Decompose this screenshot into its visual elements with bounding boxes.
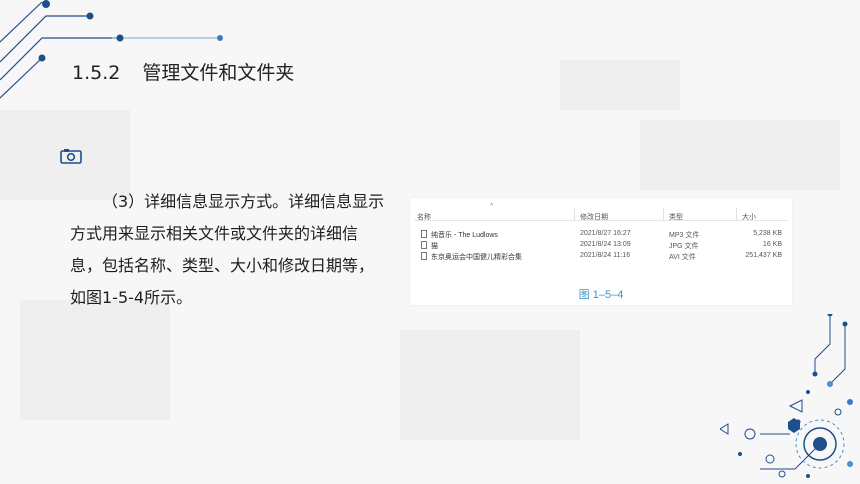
- file-size: 251,437 KB: [745, 252, 782, 259]
- file-icon: [421, 230, 427, 238]
- file-row[interactable]: 东京奥运会中国健儿精彩合集 2021/8/24 11:16 AVI 文件 251…: [414, 251, 788, 262]
- file-type: AVI 文件: [669, 254, 696, 261]
- circuit-decoration: [720, 314, 853, 478]
- file-row[interactable]: 纯音乐 - The Ludlows 2021/8/27 16:27 MP3 文件…: [414, 229, 788, 240]
- column-divider[interactable]: [574, 208, 575, 220]
- decorative-lines: [0, 0, 223, 99]
- file-name: 东京奥运会中国健儿精彩合集: [431, 254, 522, 261]
- file-type: MP3 文件: [669, 232, 700, 239]
- section-number: 1.5.2: [72, 62, 121, 84]
- file-row[interactable]: 猫 2021/8/24 13:09 JPG 文件 16 KB: [414, 240, 788, 251]
- figure-caption: 图 1–5–4: [578, 289, 624, 301]
- sort-indicator-icon[interactable]: ^: [490, 203, 493, 210]
- file-name: 纯音乐 - The Ludlows: [431, 232, 498, 239]
- body-paragraph: （3）详细信息显示方式。详细信息显示方式用来显示相关文件或文件夹的详细信息，包括…: [70, 192, 385, 307]
- file-size: 16 KB: [762, 241, 782, 248]
- column-header-size[interactable]: 大小: [742, 212, 756, 222]
- column-header-date[interactable]: 修改日期: [580, 212, 608, 222]
- file-date: 2021/8/24 11:16: [580, 252, 631, 259]
- file-icon: [421, 252, 427, 260]
- file-size: 5,238 KB: [753, 230, 782, 237]
- background-tile: [20, 300, 170, 420]
- file-explorer-details-view: ^ 名称 修改日期 类型 大小 纯音乐 - The Ludlows 2021/8…: [414, 202, 788, 272]
- file-type: JPG 文件: [669, 243, 699, 250]
- file-icon: [421, 241, 427, 249]
- column-divider[interactable]: [736, 208, 737, 220]
- background-tile: [560, 60, 680, 110]
- camera-icon: [60, 149, 82, 164]
- column-header-name[interactable]: 名称: [417, 212, 431, 222]
- figure: ^ 名称 修改日期 类型 大小 纯音乐 - The Ludlows 2021/8…: [410, 198, 792, 305]
- column-header-type[interactable]: 类型: [669, 212, 683, 222]
- file-date: 2021/8/27 16:27: [580, 230, 631, 237]
- background-tile: [640, 120, 840, 190]
- background-tile: [400, 330, 580, 440]
- page-title: 1.5.2 管理文件和文件夹: [72, 58, 294, 85]
- file-date: 2021/8/24 13:09: [580, 241, 631, 248]
- section-title: 管理文件和文件夹: [142, 62, 295, 84]
- file-name: 猫: [431, 243, 438, 250]
- column-divider[interactable]: [663, 208, 664, 220]
- column-header-row: ^ 名称 修改日期 类型 大小: [414, 202, 788, 221]
